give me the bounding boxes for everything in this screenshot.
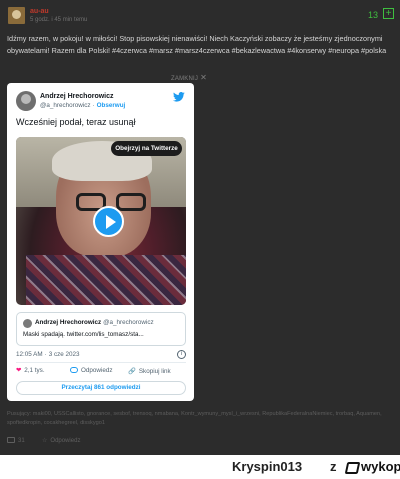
copy-link-button[interactable]: 🔗 Skopiuj link [128,367,171,375]
post-panel: au-au 5 godz. i 45 min temu 13 + Idźmy r… [0,0,400,455]
tweet-author-handle-row: @a_hrechorowicz · Obserwuj [40,102,125,109]
reply-count: 31 [18,438,25,444]
close-label: ZAMKNIJ [171,76,199,82]
quoted-author-handle: @a_hrechorowicz [103,319,154,326]
post-body: Idźmy razem, w pokoju! w miłości! Stop p… [7,34,387,55]
quoted-tweet[interactable]: Andrzej Hrechorowicz @a_hrechorowicz Mask… [16,312,186,346]
wykop-logo-icon [344,462,361,474]
watch-on-twitter-button[interactable]: Obejrzyj na Twitterze [111,141,182,156]
tweet-time: 12:05 AM [16,351,43,358]
upvoters-list: Pusujący: maki00, USSCallisto, gnorance,… [7,411,382,426]
like-button[interactable]: ❤ 2,1 tys. [16,367,45,374]
reply-icon [70,367,78,374]
timestamp-dot: · [44,351,47,358]
heart-icon: ❤ [16,367,22,374]
copy-link-label: Skopiuj link [138,368,171,375]
watermark-separator: z [330,459,337,474]
author-avatar[interactable] [8,7,25,24]
tweet-divider [16,362,186,363]
tweet-video[interactable]: Obejrzyj na Twitterze [16,137,186,305]
watermark-bar [0,455,400,479]
quoted-author-name: Andrzej Hrechorowicz [35,319,102,326]
screenshot-frame: au-au 5 godz. i 45 min temu 13 + Idźmy r… [0,0,400,479]
quoted-tweet-text: Maski spadają. twitter.com/lis_tomasz/st… [23,331,144,338]
tweet-embed: Andrzej Hrechorowicz @a_hrechorowicz · Obs… [7,83,194,401]
tweet-timestamp[interactable]: 12:05 AM · 3 cze 2023 [16,351,80,358]
follow-button[interactable]: Obserwuj [97,102,126,109]
link-icon: 🔗 [128,368,136,375]
reply-button[interactable]: Odpowiedz [70,367,113,374]
post-footer: 31 ☆ Odpowiedz [7,437,80,444]
video-person-shirt [26,255,186,305]
reply-count-button[interactable]: 31 [7,437,25,444]
avatar-face [12,10,21,19]
tweet-actions: ❤ 2,1 tys. Odpowiedz 🔗 Skopiuj link [16,367,186,377]
video-glasses-right [116,193,146,211]
watermark-site: wykop.pl [361,459,400,474]
post-time: 5 godz. i 45 min temu [30,17,88,23]
handle-separator: · [92,102,95,109]
tweet-date: 3 cze 2023 [48,351,80,358]
close-embed-button[interactable]: ZAMKNIJ ✕ [171,73,207,82]
tweet-author-avatar[interactable] [16,91,36,111]
vote-score: 13 [368,10,379,20]
comment-icon [7,437,15,444]
twitter-bird-icon[interactable] [173,92,185,102]
info-icon[interactable]: i [177,350,186,359]
tweet-author-handle[interactable]: @a_hrechorowicz [40,102,91,109]
tweet-text: Wcześniej podał, teraz usunął [16,117,136,127]
read-replies-button[interactable]: Przeczytaj 861 odpowiedzi [16,381,186,395]
play-icon[interactable] [93,206,124,237]
favorite-button[interactable]: ☆ Odpowiedz [42,438,80,444]
close-icon: ✕ [200,73,207,82]
like-count: 2,1 tys. [24,367,45,374]
watermark-user: Kryspin013 [232,459,303,474]
quoted-author-avatar [23,319,32,328]
tweet-author-name[interactable]: Andrzej Hrechorowicz [40,93,114,100]
post-author[interactable]: au-au [30,8,49,15]
star-icon: ☆ [42,438,48,444]
favorite-label: Odpowiedz [50,438,81,444]
quoted-author-row: Andrzej Hrechorowicz @a_hrechorowicz [35,319,154,326]
plus-square-icon[interactable]: + [383,8,394,19]
reply-label: Odpowiedz [81,367,113,374]
